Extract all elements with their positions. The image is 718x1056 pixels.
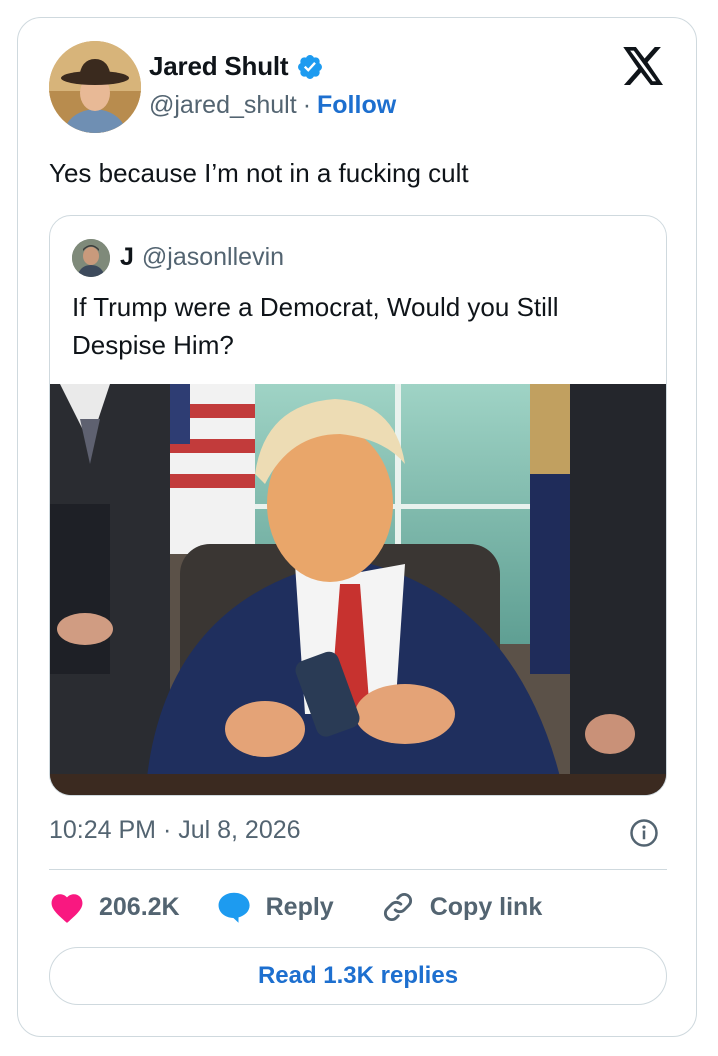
heart-icon [49, 890, 85, 924]
author-name-row: Jared Shult [149, 51, 324, 82]
like-button[interactable]: 206.2K [49, 890, 180, 924]
quoted-avatar[interactable] [72, 239, 110, 277]
copy-link-button[interactable]: Copy link [380, 890, 543, 924]
like-count: 206.2K [99, 892, 180, 921]
info-icon[interactable] [629, 818, 659, 848]
quoted-photo[interactable] [50, 384, 666, 795]
author-handle[interactable]: @jared_shult [149, 91, 297, 120]
tweet-timestamp[interactable]: 10:24 PM · Jul 8, 2026 [49, 816, 301, 845]
author-name[interactable]: Jared Shult [149, 51, 289, 82]
divider [49, 869, 667, 870]
x-logo-icon[interactable] [623, 47, 665, 85]
reply-label: Reply [265, 892, 334, 921]
action-bar: 206.2K Reply Copy link [49, 890, 542, 924]
handle-separator: · [302, 91, 312, 119]
follow-button[interactable]: Follow [317, 91, 396, 120]
link-icon [380, 890, 416, 924]
quoted-handle[interactable]: @jasonllevin [142, 243, 284, 272]
quoted-text: If Trump were a Democrat, Would you Stil… [72, 292, 559, 360]
reply-bubble-icon [216, 890, 252, 924]
author-handle-row: @jared_shult · Follow [149, 91, 396, 120]
verified-badge-icon [296, 53, 324, 81]
reply-button[interactable]: Reply [216, 890, 334, 924]
copy-link-label: Copy link [429, 892, 543, 921]
author-avatar[interactable] [49, 41, 141, 133]
quoted-tweet[interactable]: J @jasonllevin If Trump were a Democrat,… [49, 215, 667, 796]
tweet-text: Yes because I’m not in a fucking cult [49, 158, 469, 188]
quoted-name[interactable]: J [120, 243, 134, 272]
quoted-user-row: J @jasonllevin [120, 243, 284, 272]
tweet-card: Jared Shult @jared_shult · Follow Yes be… [17, 17, 697, 1037]
read-replies-button[interactable]: Read 1.3K replies [49, 947, 667, 1005]
